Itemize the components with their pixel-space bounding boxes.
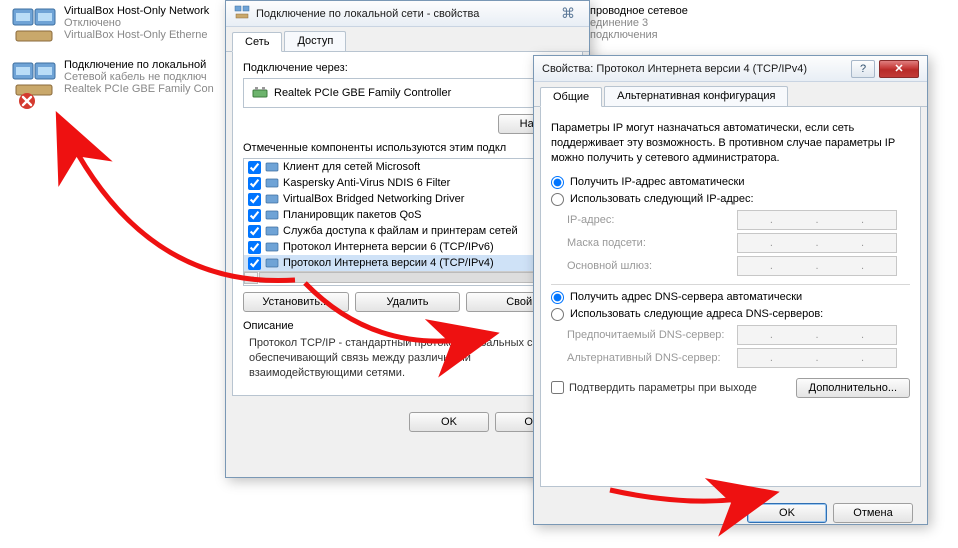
network-device: Realtek PCIe GBE Family Con — [64, 83, 214, 95]
network-adapter-icon — [10, 5, 58, 45]
component-icon — [265, 240, 279, 254]
description-text: Протокол TCP/IP - стандартный протокол г… — [243, 332, 572, 385]
install-button[interactable]: Установить... — [243, 292, 349, 312]
ipv4-properties-dialog: Свойства: Протокол Интернета версии 4 (T… — [533, 55, 928, 525]
description-label: Описание — [243, 320, 572, 332]
component-item[interactable]: Планировщик пакетов QoS — [244, 207, 571, 223]
advanced-button[interactable]: Дополнительно... — [796, 378, 910, 398]
component-label: Служба доступа к файлам и принтерам сете… — [283, 225, 518, 237]
checkbox-label: Подтвердить параметры при выходе — [569, 382, 757, 394]
tabs: Сеть Доступ — [226, 27, 589, 52]
radio-input[interactable] — [551, 176, 564, 189]
radio-label: Использовать следующий IP-адрес: — [570, 193, 754, 205]
component-label: Протокол Интернета версии 4 (TCP/IPv4) — [283, 257, 494, 269]
tab-access[interactable]: Доступ — [284, 31, 346, 51]
gateway-label: Основной шлюз: — [567, 260, 737, 272]
radio-label: Получить адрес DNS-сервера автоматически — [570, 291, 802, 303]
dns-alt-input: ... — [737, 348, 897, 368]
component-checkbox[interactable] — [248, 209, 261, 222]
component-label: Kaspersky Anti-Virus NDIS 6 Filter — [283, 177, 450, 189]
component-label: Протокол Интернета версии 6 (TCP/IPv6) — [283, 241, 494, 253]
adapter-box: Realtek PCIe GBE Family Controller — [243, 78, 572, 108]
component-item[interactable]: Kaspersky Anti-Virus NDIS 6 Filter — [244, 175, 571, 191]
help-button[interactable]: ? — [851, 60, 875, 78]
component-checkbox[interactable] — [248, 161, 261, 174]
close-icon: ✕ — [894, 62, 903, 75]
error-x-icon — [18, 92, 36, 110]
component-checkbox[interactable] — [248, 241, 261, 254]
gateway-input: ... — [737, 256, 897, 276]
radio-input[interactable] — [551, 291, 564, 304]
adapter-name: Realtek PCIe GBE Family Controller — [274, 87, 451, 99]
remove-button[interactable]: Удалить — [355, 292, 461, 312]
component-item[interactable]: Служба доступа к файлам и принтерам сете… — [244, 223, 571, 239]
network-name: Подключение по локальной — [64, 59, 214, 71]
dialog-extra-icon[interactable]: ⌘ — [555, 5, 581, 22]
subnet-input: ... — [737, 233, 897, 253]
network-status: единение 3 — [590, 17, 688, 29]
dns-pref-label: Предпочитаемый DNS-сервер: — [567, 329, 737, 341]
tab-network[interactable]: Сеть — [232, 32, 282, 52]
network-device: подключения — [590, 29, 688, 41]
radio-label: Получить IP-адрес автоматически — [570, 176, 744, 188]
ip-address-input: ... — [737, 210, 897, 230]
component-icon — [265, 256, 279, 270]
component-list[interactable]: Клиент для сетей Microsoft Kaspersky Ant… — [243, 158, 572, 286]
info-text: Параметры IP могут назначаться автоматич… — [551, 121, 910, 166]
cancel-button[interactable]: Отмена — [833, 503, 913, 523]
component-checkbox[interactable] — [248, 225, 261, 238]
component-checkbox[interactable] — [248, 177, 261, 190]
network-status: Отключено — [64, 17, 209, 29]
dns-alt-label: Альтернативный DNS-сервер: — [567, 352, 737, 364]
scroll-thumb[interactable] — [259, 272, 556, 283]
checkbox-input[interactable] — [551, 381, 564, 394]
component-label: VirtualBox Bridged Networking Driver — [283, 193, 464, 205]
network-item[interactable]: проводное сетевое единение 3 подключения — [590, 5, 688, 41]
radio-auto-dns[interactable]: Получить адрес DNS-сервера автоматически — [551, 291, 910, 304]
network-status: Сетевой кабель не подключ — [64, 71, 214, 83]
dialog-titlebar[interactable]: Подключение по локальной сети - свойства… — [226, 1, 589, 27]
component-icon — [265, 208, 279, 222]
network-small-icon — [234, 4, 250, 23]
connect-via-label: Подключение через: — [243, 62, 572, 74]
confirm-checkbox[interactable]: Подтвердить параметры при выходе — [551, 381, 757, 394]
network-name: VirtualBox Host-Only Network — [64, 5, 209, 17]
components-label: Отмеченные компоненты используются этим … — [243, 142, 572, 154]
scroll-left-icon[interactable]: ◄ — [244, 272, 258, 284]
radio-auto-ip[interactable]: Получить IP-адрес автоматически — [551, 176, 910, 189]
radio-input[interactable] — [551, 193, 564, 206]
dialog-title: Подключение по локальной сети - свойства — [256, 8, 479, 20]
ok-button[interactable]: OK — [409, 412, 489, 432]
dns-pref-input: ... — [737, 325, 897, 345]
tab-general[interactable]: Общие — [540, 87, 602, 107]
radio-manual-ip[interactable]: Использовать следующий IP-адрес: — [551, 193, 910, 206]
subnet-label: Маска подсети: — [567, 237, 737, 249]
tab-alt-config[interactable]: Альтернативная конфигурация — [604, 86, 788, 106]
close-button[interactable]: ✕ — [879, 60, 919, 78]
component-checkbox[interactable] — [248, 193, 261, 206]
component-icon — [265, 160, 279, 174]
horizontal-scrollbar[interactable]: ◄ ► — [244, 271, 571, 283]
component-item[interactable]: Клиент для сетей Microsoft — [244, 159, 571, 175]
adapter-icon — [252, 85, 268, 101]
ok-button[interactable]: OK — [747, 503, 827, 523]
component-icon — [265, 192, 279, 206]
component-item[interactable]: Протокол Интернета версии 4 (TCP/IPv4) — [244, 255, 571, 271]
component-icon — [265, 224, 279, 238]
tabs: Общие Альтернативная конфигурация — [534, 82, 927, 107]
ip-address-label: IP-адрес: — [567, 214, 737, 226]
component-item[interactable]: Протокол Интернета версии 6 (TCP/IPv6) — [244, 239, 571, 255]
component-icon — [265, 176, 279, 190]
network-device: VirtualBox Host-Only Etherne — [64, 29, 209, 41]
radio-manual-dns[interactable]: Использовать следующие адреса DNS-сервер… — [551, 308, 910, 321]
network-name: проводное сетевое — [590, 5, 688, 17]
component-label: Планировщик пакетов QoS — [283, 209, 422, 221]
component-checkbox[interactable] — [248, 257, 261, 270]
dialog-title: Свойства: Протокол Интернета версии 4 (T… — [542, 63, 807, 75]
component-label: Клиент для сетей Microsoft — [283, 161, 420, 173]
dialog-titlebar[interactable]: Свойства: Протокол Интернета версии 4 (T… — [534, 56, 927, 82]
radio-label: Использовать следующие адреса DNS-сервер… — [570, 308, 823, 320]
component-item[interactable]: VirtualBox Bridged Networking Driver — [244, 191, 571, 207]
radio-input[interactable] — [551, 308, 564, 321]
